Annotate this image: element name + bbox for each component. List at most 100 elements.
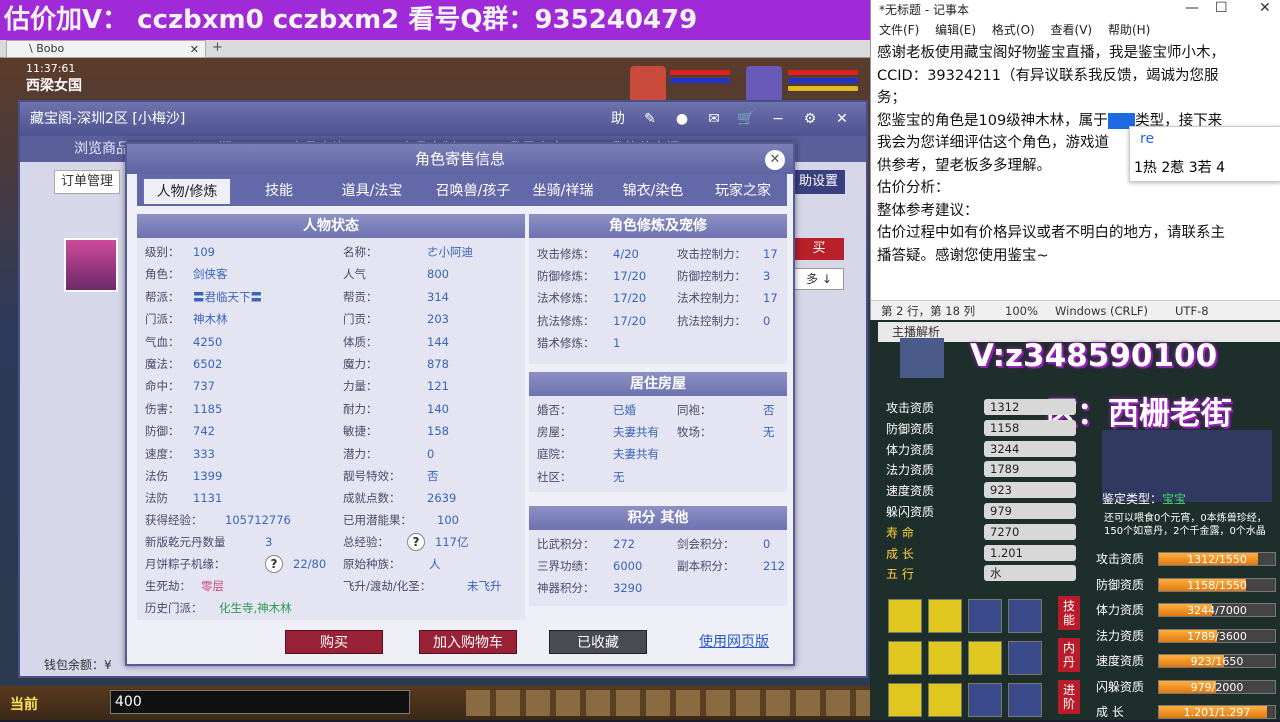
pet-avatar[interactable] bbox=[630, 66, 666, 102]
stat-row: 原始种族： 人 bbox=[343, 554, 533, 574]
favorited-button[interactable]: 已收藏 bbox=[549, 630, 647, 654]
skill-icon[interactable] bbox=[968, 599, 1002, 633]
info-value: 17/20 bbox=[613, 291, 647, 306]
menu-file[interactable]: 文件(F) bbox=[879, 23, 919, 37]
add-to-cart-button[interactable]: 加入购物车 bbox=[419, 630, 517, 654]
maximize-icon[interactable]: ☐ bbox=[1215, 0, 1228, 16]
skill-icon[interactable] bbox=[888, 641, 922, 675]
aptitude-row: 防御资质 1158 bbox=[886, 419, 1086, 438]
player-avatar[interactable] bbox=[746, 66, 782, 102]
aptitude-value: 1158 bbox=[984, 419, 1076, 436]
help-icon[interactable]: 助 bbox=[608, 109, 628, 129]
info-label: 婚否： bbox=[537, 403, 572, 417]
advance-label[interactable]: 进阶 bbox=[1058, 680, 1080, 714]
chat-icon[interactable]: ✉ bbox=[704, 109, 724, 129]
info-label: 三界功绩： bbox=[537, 559, 595, 574]
skills-label[interactable]: 技能 bbox=[1058, 596, 1080, 630]
stat-value: 800 bbox=[427, 267, 449, 282]
jianding-value: 宝宝 bbox=[1162, 492, 1187, 506]
info-label: 抗法控制力： bbox=[677, 313, 746, 328]
feeding-note: 还可以喂食0个元宵，0本炼兽珍经，150个如意丹，2个千金露，0个水晶糕 bbox=[1104, 513, 1267, 537]
info-value: 3 bbox=[763, 269, 771, 284]
stat-row: 耐力： 140 bbox=[343, 399, 523, 419]
orders-button[interactable]: 订单管理 bbox=[54, 170, 121, 194]
channel-label[interactable]: 当前 bbox=[10, 694, 38, 714]
score-panel-title: 积分 其他 bbox=[529, 506, 787, 530]
help-icon[interactable]: ? bbox=[265, 555, 283, 573]
close-icon[interactable]: ✕ bbox=[1259, 0, 1271, 16]
skill-icon[interactable] bbox=[928, 641, 962, 675]
stat-value: 22/80 bbox=[293, 557, 327, 571]
info-label: 牧场： bbox=[677, 425, 712, 440]
minimize-icon[interactable]: − bbox=[768, 109, 788, 129]
menu-format[interactable]: 格式(O) bbox=[992, 23, 1035, 37]
neidan-label[interactable]: 内丹 bbox=[1058, 638, 1080, 672]
skill-icon[interactable] bbox=[1008, 641, 1042, 675]
stat-value: 零层 bbox=[201, 579, 224, 593]
pen-icon[interactable]: ✎ bbox=[640, 109, 660, 129]
nav-browse[interactable]: 浏览商品 bbox=[74, 136, 130, 162]
info-value: 212 bbox=[763, 559, 785, 574]
bar-label: 成 长 bbox=[1096, 705, 1124, 719]
web-version-link[interactable]: 使用网页版 bbox=[679, 630, 789, 654]
settings-icon[interactable]: ⚙ bbox=[800, 109, 820, 129]
close-icon[interactable]: ✕ bbox=[765, 150, 785, 170]
ime-candidate-box: re 1热 2惹 3若 4 bbox=[1129, 126, 1280, 182]
info-row: 攻击修炼： 4/20 攻击控制力： 17 bbox=[537, 244, 783, 264]
info-row: 法术修炼： 17/20 法术控制力： 17 bbox=[537, 288, 783, 308]
skill-icon[interactable] bbox=[968, 641, 1002, 675]
skill-icon[interactable] bbox=[888, 599, 922, 633]
close-icon[interactable]: ✕ bbox=[190, 42, 199, 58]
tab-mounts[interactable]: 坐骑/祥瑞 bbox=[521, 178, 605, 204]
stat-value: 333 bbox=[193, 446, 215, 461]
info-value: 0 bbox=[763, 313, 771, 328]
minimize-icon[interactable]: — bbox=[1185, 0, 1199, 16]
tab-bobo[interactable]: \ Bobo ✕ bbox=[6, 40, 206, 58]
help-icon[interactable]: ? bbox=[407, 533, 425, 551]
stat-label: 生死劫： bbox=[145, 579, 191, 593]
stat-row: 角色： 剑侠客 bbox=[145, 264, 325, 284]
skill-icon[interactable] bbox=[1008, 599, 1042, 633]
shortcut-icons[interactable] bbox=[466, 690, 870, 716]
stat-label: 气血： bbox=[145, 334, 180, 349]
stat-value: 121 bbox=[427, 379, 449, 394]
house-panel-title: 居住房屋 bbox=[529, 372, 787, 396]
pet-icon bbox=[900, 338, 944, 378]
aptitude-label: 成 长 bbox=[886, 546, 914, 561]
info-row: 比武积分： 272 剑会积分： 0 bbox=[537, 534, 783, 554]
cart-icon[interactable]: 🛒 bbox=[736, 109, 756, 129]
info-value: 夫妻共有 bbox=[613, 447, 659, 462]
tab-items[interactable]: 道具/法宝 bbox=[327, 178, 417, 204]
chat-input[interactable]: 400 bbox=[110, 690, 410, 714]
tab-skills[interactable]: 技能 bbox=[249, 178, 309, 204]
tab-character[interactable]: 人物/修炼 bbox=[143, 178, 231, 204]
aptitude-label: 法力资质 bbox=[886, 463, 935, 478]
new-tab-icon[interactable]: + bbox=[212, 40, 223, 55]
settings-button[interactable]: 助设置 bbox=[792, 170, 846, 194]
skill-icon[interactable] bbox=[1008, 683, 1042, 717]
skill-icon[interactable] bbox=[928, 683, 962, 717]
tab-home[interactable]: 玩家之家 bbox=[701, 178, 785, 204]
record-icon[interactable]: ● bbox=[672, 109, 692, 129]
stat-row: 魔法： 6502 bbox=[145, 354, 325, 374]
sort-select[interactable]: 多 ↓ bbox=[794, 268, 844, 290]
info-label: 攻击修炼： bbox=[537, 247, 595, 261]
menu-help[interactable]: 帮助(H) bbox=[1108, 23, 1150, 37]
tab-outfits[interactable]: 锦衣/染色 bbox=[611, 178, 695, 204]
buy-small-button[interactable]: 买 bbox=[794, 238, 844, 260]
close-icon[interactable]: ✕ bbox=[832, 109, 852, 129]
skill-icon[interactable] bbox=[928, 599, 962, 633]
ime-candidates[interactable]: 1热 2惹 3若 4 bbox=[1134, 157, 1225, 177]
info-label: 房屋： bbox=[537, 425, 572, 440]
cultivation-panel: 角色修炼及宠修 攻击修炼： 4/20 攻击控制力： 17 防御修炼： 17/20 防御控制力… bbox=[529, 214, 787, 364]
text-line: 感谢老板使用藏宝阁好物鉴宝直播，我是鉴宝师小木， bbox=[877, 45, 1225, 61]
stat-row: 级别： 109 bbox=[145, 242, 325, 262]
buy-button[interactable]: 购买 bbox=[285, 630, 383, 654]
skill-icon[interactable] bbox=[888, 683, 922, 717]
tab-pets[interactable]: 召唤兽/孩子 bbox=[421, 178, 525, 204]
menu-view[interactable]: 查看(V) bbox=[1051, 23, 1093, 37]
stat-value: 否 bbox=[427, 469, 439, 483]
menu-edit[interactable]: 编辑(E) bbox=[935, 23, 976, 37]
aptitude-row: 速度资质 923 bbox=[886, 482, 1086, 500]
skill-icon[interactable] bbox=[968, 683, 1002, 717]
